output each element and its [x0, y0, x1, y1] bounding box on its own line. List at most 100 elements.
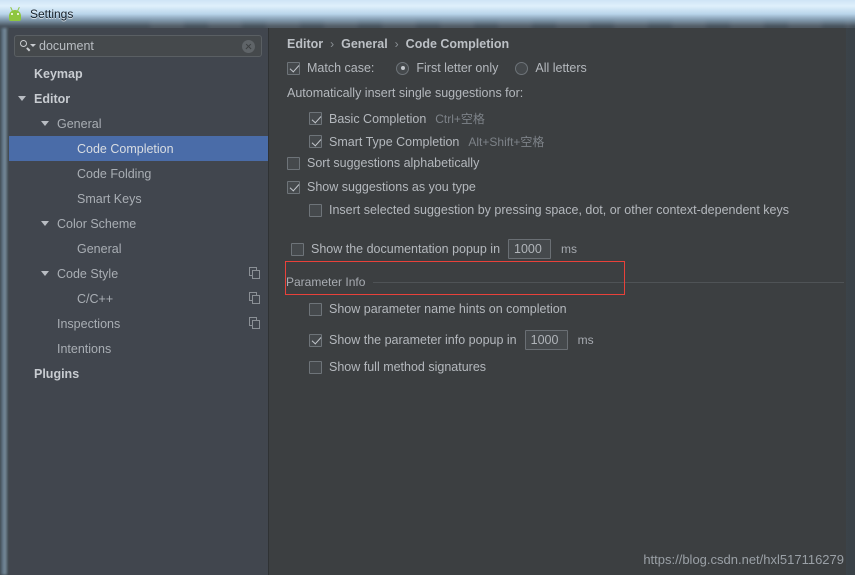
background-window-right-edge — [846, 28, 855, 575]
search-input[interactable]: document — [14, 35, 262, 57]
insert-selected-suggestion-checkbox[interactable] — [309, 203, 322, 217]
show-suggestions-checkbox[interactable] — [287, 180, 300, 194]
sidebar-item-label: Code Style — [57, 266, 119, 281]
search-icon[interactable] — [20, 39, 36, 53]
sidebar-item-keymap[interactable]: Keymap — [9, 61, 268, 86]
sidebar-item-c-c[interactable]: C/C++ — [9, 286, 268, 311]
settings-tree: Keymap Editor General Code Completion Code F… — [9, 61, 268, 386]
sidebar-item-label: C/C++ — [77, 291, 114, 306]
show-suggestions-label: Show suggestions as you type — [307, 180, 476, 194]
first-letter-only-radio[interactable] — [396, 61, 410, 75]
auto-insert-heading-text: Automatically insert single suggestions … — [287, 86, 524, 100]
sidebar-item-general[interactable]: General — [9, 111, 268, 136]
settings-dialog: document Keymap Editor General Code Complet… — [9, 28, 846, 575]
auto-insert-heading: Automatically insert single suggestions … — [287, 86, 523, 100]
match-case-label: Match case: — [307, 61, 375, 75]
sort-suggestions-label: Sort suggestions alphabetically — [307, 156, 480, 170]
copy-icon[interactable] — [249, 292, 262, 305]
sidebar-item-label: General — [57, 116, 102, 131]
breadcrumb-item: Editor — [287, 37, 324, 51]
sidebar-item-label: Code Folding — [77, 166, 152, 181]
full-method-signatures-checkbox[interactable] — [309, 360, 322, 374]
background-window-left-edge — [0, 28, 9, 575]
settings-window: Settings document Keymap Editor General Cod… — [0, 0, 855, 575]
sidebar-item-inspections[interactable]: Inspections — [9, 311, 268, 336]
sidebar-item-label: Intentions — [57, 341, 112, 356]
sidebar-item-label: General — [77, 241, 122, 256]
parameter-info-title: Parameter Info — [286, 275, 366, 289]
all-letters-label: All letters — [535, 61, 587, 75]
chevron-down-icon[interactable] — [41, 121, 49, 126]
documentation-popup-delay-input[interactable]: 1000 — [508, 239, 552, 259]
sidebar-item-label: Keymap — [34, 66, 83, 81]
chevron-down-icon[interactable] — [41, 271, 49, 276]
parameter-name-hints-checkbox[interactable] — [309, 302, 322, 316]
first-letter-only-option[interactable]: First letter only — [396, 61, 498, 75]
insert-selected-suggestion-label: Insert selected suggestion by pressing s… — [329, 203, 789, 217]
copy-icon[interactable] — [249, 267, 262, 280]
smart-type-completion-checkbox[interactable] — [309, 135, 322, 148]
breadcrumb-separator: › — [394, 37, 399, 51]
basic-completion-checkbox[interactable] — [309, 112, 322, 125]
breadcrumb-item: General — [341, 37, 388, 51]
parameter-info-popup-checkbox[interactable] — [309, 333, 322, 347]
sidebar-item-label: Inspections — [57, 316, 121, 331]
chevron-down-icon[interactable] — [41, 221, 49, 226]
sidebar-item-intentions[interactable]: Intentions — [9, 336, 268, 361]
documentation-popup-unit: ms — [561, 242, 578, 256]
watermark-text: https://blog.csdn.net/hxl517116279 — [643, 552, 844, 567]
clear-circle-icon[interactable] — [242, 39, 255, 53]
documentation-popup-row[interactable]: Show the documentation popup in 1000 ms — [291, 239, 577, 259]
parameter-info-section-header: Parameter Info — [286, 275, 844, 289]
basic-completion-shortcut: Ctrl+空格 — [435, 112, 485, 126]
insert-selected-suggestion-row[interactable]: Insert selected suggestion by pressing s… — [309, 203, 789, 217]
smart-type-completion-row[interactable]: Smart Type Completion Alt+Shift+空格 — [309, 133, 544, 150]
settings-sidebar: document Keymap Editor General Code Complet… — [9, 28, 268, 575]
breadcrumb: Editor › General › Code Completion — [287, 37, 509, 51]
section-divider-line — [373, 281, 844, 283]
search-input-value: document — [39, 39, 94, 53]
sidebar-item-editor[interactable]: Editor — [9, 86, 268, 111]
copy-icon[interactable] — [249, 317, 262, 330]
parameter-name-hints-label: Show parameter name hints on completion — [329, 302, 567, 316]
parameter-info-popup-row[interactable]: Show the parameter info popup in 1000 ms — [309, 330, 594, 350]
first-letter-only-label: First letter only — [416, 61, 499, 75]
all-letters-radio[interactable] — [515, 61, 529, 75]
sidebar-item-label: Editor — [34, 91, 71, 106]
basic-completion-row[interactable]: Basic Completion Ctrl+空格 — [309, 110, 485, 127]
sidebar-item-plugins[interactable]: Plugins — [9, 361, 268, 386]
sidebar-item-smart-keys[interactable]: Smart Keys — [9, 186, 268, 211]
sidebar-item-label: Color Scheme — [57, 216, 137, 231]
sidebar-item-general[interactable]: General — [9, 236, 268, 261]
sidebar-item-label: Code Completion — [77, 141, 174, 156]
sidebar-item-label: Plugins — [34, 366, 80, 381]
basic-completion-label: Basic Completion — [329, 111, 427, 126]
breadcrumb-separator: › — [330, 37, 335, 51]
sidebar-item-label: Smart Keys — [77, 191, 142, 206]
all-letters-option[interactable]: All letters — [515, 61, 587, 75]
window-title: Settings — [30, 7, 74, 21]
full-method-signatures-row[interactable]: Show full method signatures — [309, 360, 486, 374]
parameter-info-popup-unit: ms — [577, 333, 594, 347]
sort-suggestions-row[interactable]: Sort suggestions alphabetically — [287, 156, 479, 170]
parameter-info-popup-label: Show the parameter info popup in — [329, 333, 517, 347]
parameter-info-popup-delay-input[interactable]: 1000 — [524, 330, 568, 350]
settings-main-pane: Editor › General › Code Completion Match cas… — [269, 28, 846, 575]
sidebar-item-code-completion[interactable]: Code Completion — [9, 136, 268, 161]
smart-type-completion-label: Smart Type Completion — [329, 134, 460, 149]
smart-type-completion-shortcut: Alt+Shift+空格 — [468, 135, 545, 149]
documentation-popup-checkbox[interactable] — [291, 242, 304, 256]
android-robot-icon — [7, 6, 23, 21]
documentation-popup-label: Show the documentation popup in — [311, 242, 501, 256]
show-suggestions-row[interactable]: Show suggestions as you type — [287, 180, 476, 194]
match-case-checkbox[interactable] — [287, 61, 300, 75]
title-bar: Settings — [0, 0, 855, 28]
sidebar-item-code-folding[interactable]: Code Folding — [9, 161, 268, 186]
parameter-name-hints-row[interactable]: Show parameter name hints on completion — [309, 302, 567, 316]
chevron-down-icon[interactable] — [18, 96, 26, 101]
sidebar-item-color-scheme[interactable]: Color Scheme — [9, 211, 268, 236]
match-case-row: Match case: First letter only All letter… — [287, 61, 587, 75]
full-method-signatures-label: Show full method signatures — [329, 360, 487, 374]
sort-suggestions-checkbox[interactable] — [287, 156, 300, 170]
sidebar-item-code-style[interactable]: Code Style — [9, 261, 268, 286]
